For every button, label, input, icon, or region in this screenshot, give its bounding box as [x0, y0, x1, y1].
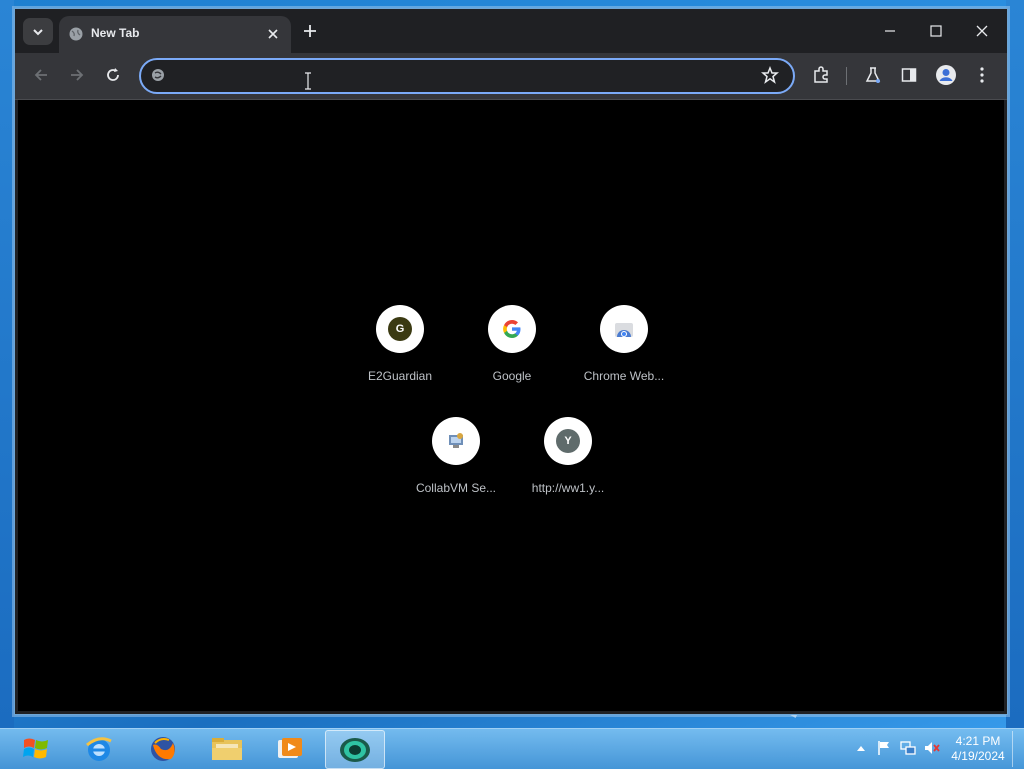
tab-search-button[interactable]	[23, 18, 53, 45]
reload-icon	[107, 68, 119, 81]
volume-muted-icon	[925, 742, 940, 754]
folder-icon	[212, 737, 242, 760]
internet-explorer-icon	[86, 736, 112, 761]
minimize-button[interactable]	[867, 9, 913, 53]
maximize-icon	[930, 25, 942, 37]
shortcut-label: Google	[492, 369, 532, 383]
tab-title: New Tab	[91, 26, 140, 40]
firefox-icon	[151, 736, 175, 761]
toolbar	[15, 53, 1007, 100]
avatar-icon	[936, 65, 956, 85]
google-icon	[503, 320, 521, 338]
title-bar: New Tab	[15, 9, 1007, 53]
network-icon	[900, 741, 916, 755]
flag-icon	[878, 741, 889, 755]
browser-app-icon	[340, 737, 370, 762]
network-status[interactable]	[899, 739, 917, 757]
desktop-background-right	[1006, 0, 1024, 728]
menu-button[interactable]	[968, 61, 996, 89]
shortcut-label: http://ww1.y...	[531, 481, 605, 495]
flask-icon	[865, 67, 881, 83]
puzzle-icon	[814, 66, 828, 83]
minimize-icon	[885, 30, 895, 32]
shortcut-label: E2Guardian	[367, 369, 433, 383]
address-input[interactable]	[173, 65, 737, 87]
letter-g-icon: G	[388, 317, 412, 341]
extensions-button[interactable]	[807, 61, 835, 89]
clock-date: 4/19/2024	[951, 749, 1005, 763]
volume-status[interactable]	[923, 739, 941, 757]
arrow-left-icon	[34, 69, 47, 81]
clock-time: 4:21 PM	[955, 734, 1001, 748]
profile-button[interactable]	[932, 61, 960, 89]
chevron-up-icon	[857, 746, 865, 751]
shortcut-collabvm[interactable]: CollabVM Se...	[400, 417, 512, 517]
close-icon	[268, 29, 278, 39]
shortcut-icon-circle	[488, 305, 536, 353]
search-engine-icon	[152, 69, 164, 81]
new-tab-button[interactable]	[299, 21, 321, 43]
close-tab-button[interactable]	[264, 25, 282, 43]
desktop-background-left	[0, 0, 14, 728]
taskbar-internet-explorer[interactable]	[70, 730, 128, 767]
chrome-web-store-icon	[615, 323, 633, 337]
kebab-menu-icon	[980, 67, 984, 83]
taskbar-media-player[interactable]	[260, 730, 318, 767]
shortcut-label: CollabVM Se...	[415, 481, 497, 495]
shortcut-icon-circle: Y	[544, 417, 592, 465]
reload-button[interactable]	[99, 61, 127, 89]
letter-y-icon: Y	[556, 429, 580, 453]
close-window-button[interactable]	[959, 9, 1005, 53]
start-button[interactable]	[14, 731, 58, 767]
system-clock[interactable]: 4:21 PM 4/19/2024	[948, 734, 1008, 764]
close-icon	[976, 25, 988, 37]
text-cursor-icon	[305, 72, 311, 90]
new-tab-page: G E2Guardian Google Chrome Web... Collab…	[18, 100, 1004, 711]
labs-button[interactable]	[859, 61, 887, 89]
taskbar-firefox[interactable]	[134, 730, 192, 767]
shortcut-ww1[interactable]: Y http://ww1.y...	[512, 417, 624, 517]
windows-logo-icon	[23, 738, 48, 759]
show-hidden-icons-button[interactable]	[852, 739, 870, 757]
shortcut-icon-circle: G	[376, 305, 424, 353]
tab-new-tab[interactable]: New Tab	[59, 16, 291, 53]
chevron-down-icon	[33, 28, 43, 35]
plus-icon	[304, 25, 316, 37]
forward-button[interactable]	[63, 61, 91, 89]
side-panel-button[interactable]	[895, 61, 923, 89]
maximize-button[interactable]	[913, 9, 959, 53]
shortcut-e2guardian[interactable]: G E2Guardian	[344, 305, 456, 405]
globe-icon	[69, 27, 83, 41]
taskbar-chrome-active[interactable]	[325, 730, 385, 769]
address-bar[interactable]	[139, 58, 795, 94]
action-center-flag[interactable]	[875, 739, 893, 757]
media-player-icon	[278, 737, 302, 758]
taskbar: 4:21 PM 4/19/2024	[0, 728, 1024, 769]
collabvm-icon	[449, 433, 463, 448]
toolbar-divider	[846, 67, 847, 85]
shortcut-label: Chrome Web...	[583, 369, 665, 383]
shortcut-chrome-web-store[interactable]: Chrome Web...	[568, 305, 680, 405]
bookmark-star-icon[interactable]	[761, 66, 779, 84]
side-panel-icon	[901, 68, 917, 82]
browser-window: New Tab G E2Guardian Google Chrome Web..…	[14, 8, 1008, 715]
taskbar-file-explorer[interactable]	[198, 730, 256, 767]
shortcut-icon-circle	[600, 305, 648, 353]
show-desktop-button[interactable]	[1012, 731, 1023, 767]
arrow-right-icon	[71, 69, 84, 81]
back-button[interactable]	[27, 61, 55, 89]
shortcut-icon-circle	[432, 417, 480, 465]
shortcut-google[interactable]: Google	[456, 305, 568, 405]
